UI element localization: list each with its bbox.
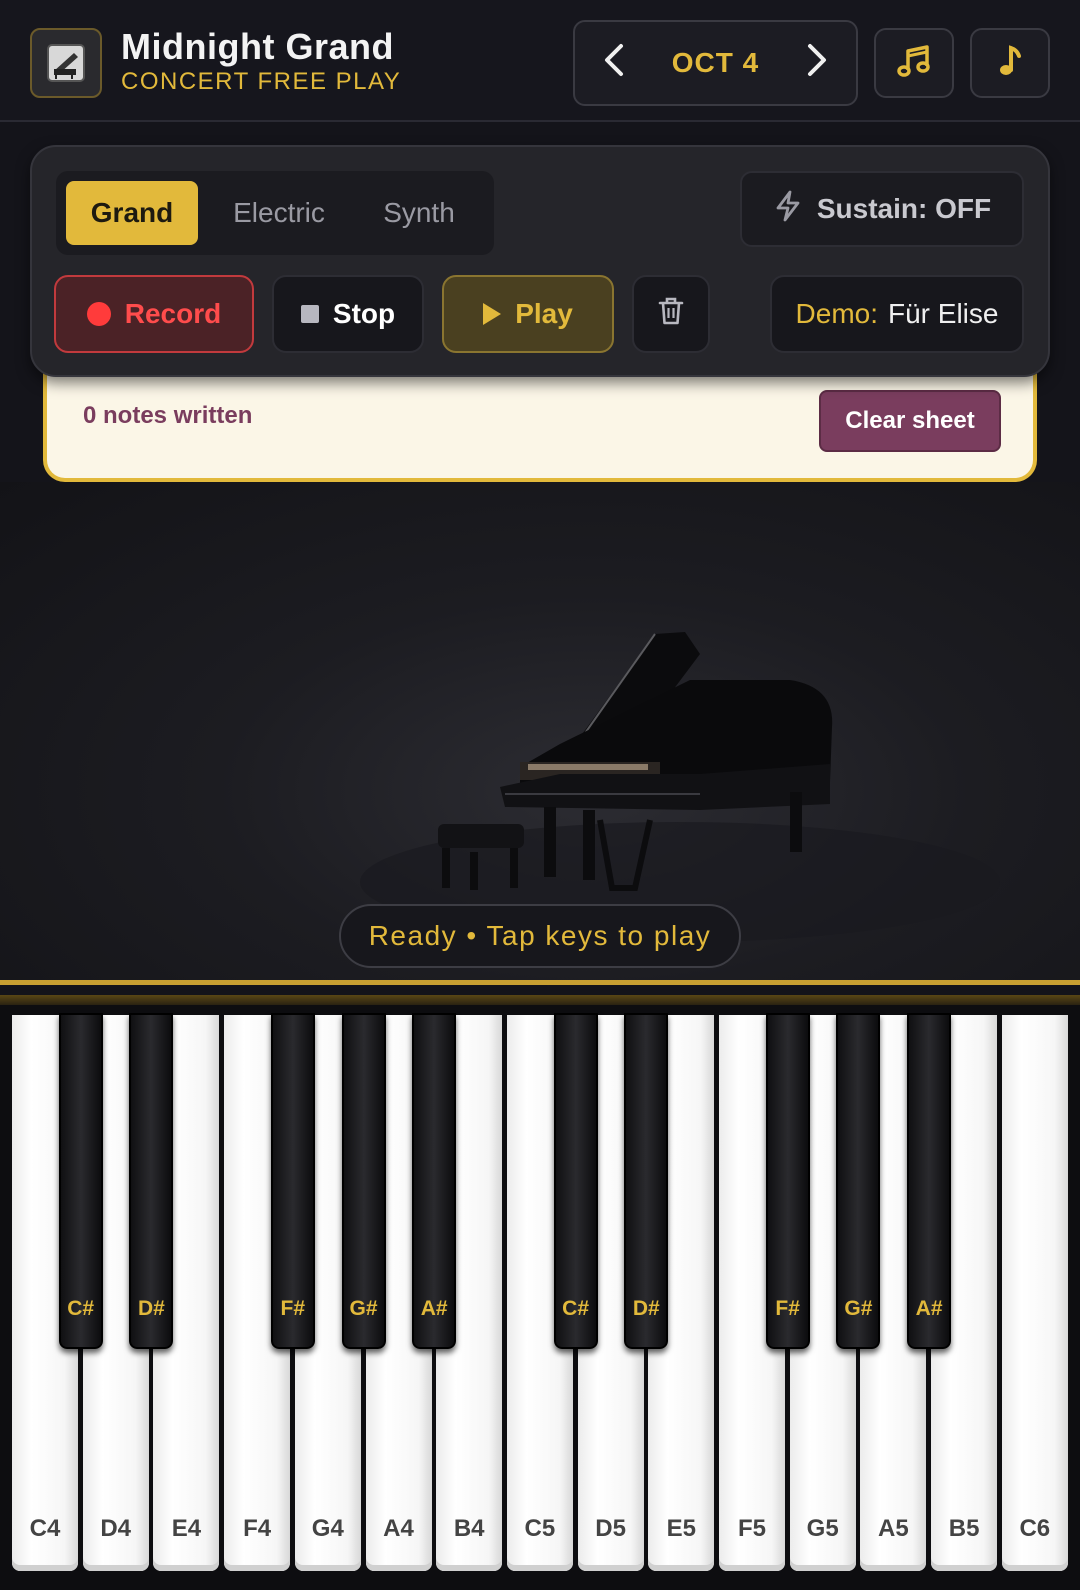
tab-grand[interactable]: Grand [66,181,198,245]
record-button[interactable]: Record [54,275,254,353]
stop-label: Stop [332,298,396,329]
black-key[interactable]: F# [765,1013,810,1349]
record-label: Record [124,298,222,329]
black-key[interactable]: A# [907,1013,952,1349]
notes-count: 0 notes written [83,402,253,429]
demo-selector[interactable]: Demo: Für Elise [770,275,1024,353]
demo-label: Demo: [795,298,878,329]
stop-square-icon [300,305,319,323]
black-key[interactable]: C# [58,1013,103,1349]
black-key[interactable]: F# [270,1013,315,1349]
piano-keyboard: C4 D4 E4 F4 G4 A4 B4 C5 D5 E5 F5 G5 A5 B5 C6 C# D# F# G# A#… [0,1005,1080,1590]
octave-selector: OCT 4 [573,20,858,106]
music-notes-icon [897,44,931,83]
delete-recording-button[interactable] [632,275,710,353]
instrument-tabs: Grand Electric Synth [56,171,494,255]
stop-button[interactable]: Stop [272,275,424,353]
music-notes-button[interactable] [874,28,954,98]
app-subtitle: CONCERT FREE PLAY [121,68,402,95]
app-title: Midnight Grand [121,26,394,67]
divider [0,980,1080,985]
chevron-left-icon[interactable] [603,43,625,83]
chevron-right-icon[interactable] [806,43,828,83]
tab-electric[interactable]: Electric [214,181,344,245]
tab-synth[interactable]: Synth [356,181,482,245]
sustain-label: Sustain: OFF [816,193,992,224]
trash-icon [657,296,685,333]
app-header: Midnight Grand CONCERT FREE PLAY OCT 4 [0,0,1080,122]
piano-logo-icon [30,28,102,98]
black-key[interactable]: G# [836,1013,881,1349]
music-note-icon [995,44,1025,83]
black-key[interactable]: A# [412,1013,457,1349]
black-key[interactable]: G# [341,1013,386,1349]
control-panel: Grand Electric Synth Sustain: OFF Record… [30,145,1050,377]
play-label: Play [515,298,573,329]
record-dot-icon [86,302,111,326]
sustain-toggle[interactable]: Sustain: OFF [740,171,1024,247]
white-key[interactable]: C6 [1001,1015,1068,1571]
music-note-button[interactable] [970,28,1050,98]
demo-value: Für Elise [888,298,999,329]
divider-shadow [0,995,1080,1005]
play-triangle-icon [483,303,502,325]
octave-label: OCT 4 [671,47,760,78]
play-button[interactable]: Play [442,275,614,353]
black-key[interactable]: D# [129,1013,174,1349]
black-key[interactable]: D# [624,1013,669,1349]
lightning-icon [773,190,803,229]
black-key[interactable]: C# [553,1013,598,1349]
clear-sheet-button[interactable]: Clear sheet [819,390,1001,452]
status-pill: Ready • Tap keys to play [339,904,741,968]
